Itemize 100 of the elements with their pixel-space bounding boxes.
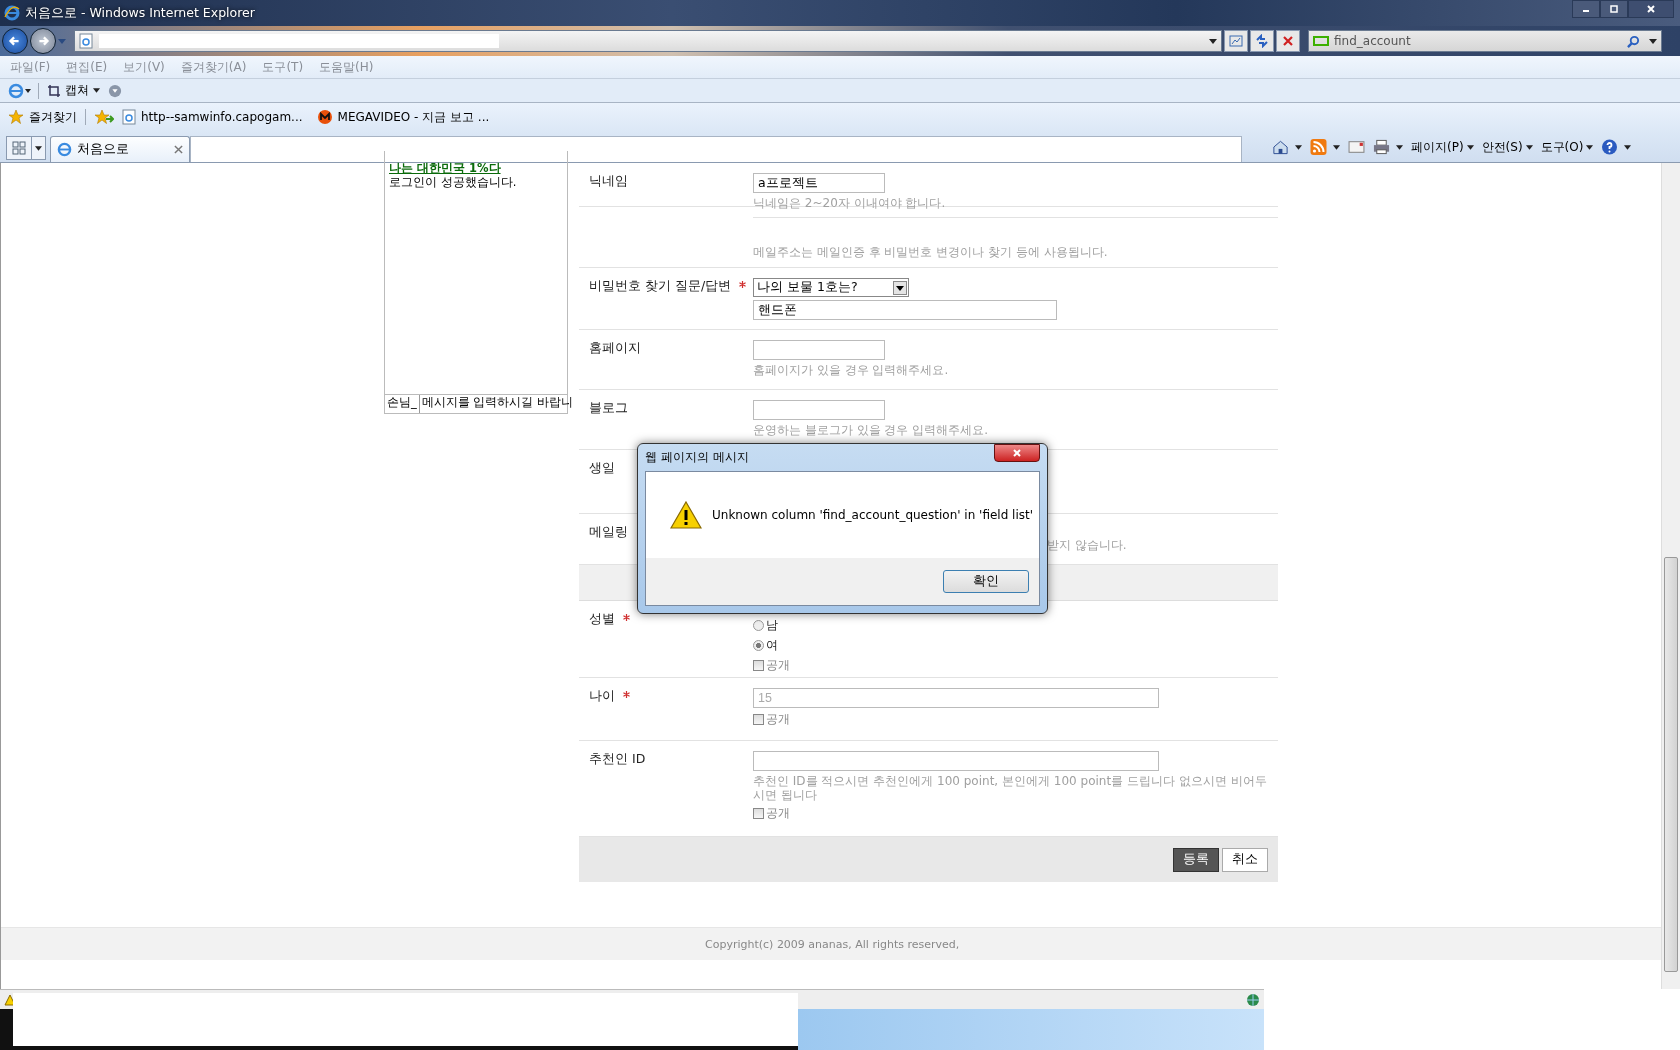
home-icon[interactable] xyxy=(1272,139,1289,155)
input-field[interactable] xyxy=(753,340,885,360)
field-label: 블로그 xyxy=(589,400,628,417)
input-field[interactable] xyxy=(753,751,1159,771)
favorite-link[interactable]: MEGAVIDEO - 지금 보고 ... xyxy=(316,108,490,126)
option-label: 여 xyxy=(766,637,778,654)
hint-text: 메일주소는 메일인증 후 비밀번호 변경이나 찾기 등에 사용됩니다. xyxy=(753,245,1108,259)
search-icon[interactable] xyxy=(1627,34,1640,48)
message-field[interactable]: 메시지를 입력하시길 바랍니 xyxy=(419,395,574,413)
back-button[interactable] xyxy=(2,28,28,54)
submit-button[interactable]: 등록 xyxy=(1173,847,1219,872)
compatibility-button[interactable] xyxy=(1224,30,1248,52)
mail-icon[interactable] xyxy=(1348,139,1365,155)
cancel-button[interactable]: 취소 xyxy=(1222,847,1268,872)
caret-icon[interactable] xyxy=(1396,144,1403,150)
checkbox[interactable] xyxy=(753,660,764,671)
favorite-link[interactable]: http--samwinfo.capogam... xyxy=(122,109,303,125)
scrollbar[interactable] xyxy=(1661,163,1680,989)
scroll-thumb[interactable] xyxy=(1664,557,1678,972)
refresh-icon xyxy=(1255,34,1269,48)
print-icon[interactable] xyxy=(1373,139,1390,155)
minimize-button[interactable] xyxy=(1572,0,1600,18)
toolbar-menu[interactable]: 페이지(P) xyxy=(1411,138,1474,156)
radio-button[interactable] xyxy=(753,640,764,651)
checkbox-label: 공개 xyxy=(766,711,790,728)
hint-text: 닉네임은 2~20자 이내여야 합니다. xyxy=(753,196,946,210)
search-field[interactable]: find_account xyxy=(1308,30,1662,52)
input-field[interactable] xyxy=(753,400,885,420)
maximize-icon xyxy=(1609,4,1619,14)
input-field[interactable]: 15 xyxy=(753,688,1159,708)
input-field[interactable]: a프로젝트 xyxy=(753,173,885,193)
caret-icon xyxy=(35,145,42,151)
checkbox[interactable] xyxy=(753,808,764,819)
field-label: 닉네임 xyxy=(589,173,628,190)
tab-list-button[interactable] xyxy=(32,136,46,160)
browser-logo-icon[interactable] xyxy=(8,82,32,99)
caret-icon[interactable] xyxy=(1624,144,1632,150)
page-icon xyxy=(122,109,136,125)
refresh-button[interactable] xyxy=(1250,30,1274,52)
field-label: 메일링 xyxy=(589,524,628,541)
help-icon[interactable] xyxy=(1601,139,1619,155)
checkbox-label: 공개 xyxy=(766,805,790,822)
checkbox[interactable] xyxy=(753,714,764,725)
close-icon xyxy=(1646,4,1656,14)
field-label: 비밀번호 찾기 질문/답변 xyxy=(589,278,732,295)
maximize-button[interactable] xyxy=(1600,0,1628,18)
field-label: 성별 xyxy=(589,611,615,628)
search-provider-icon xyxy=(1313,36,1329,46)
radio-button[interactable] xyxy=(753,620,764,631)
hint-text: 홈페이지가 있을 경우 입력해주세요. xyxy=(753,363,949,377)
feed-icon[interactable] xyxy=(1310,139,1327,155)
copyright-text: Copyright(c) 2009 ananas, All rights reserved, xyxy=(705,937,960,951)
stop-button[interactable] xyxy=(1276,30,1300,52)
caret-icon xyxy=(93,88,100,93)
warning-icon xyxy=(670,500,702,530)
globe-icon xyxy=(1246,992,1260,1007)
page-chart-icon xyxy=(1229,34,1243,48)
window-title: 처음으로 - Windows Internet Explorer xyxy=(25,4,255,22)
caret-icon[interactable] xyxy=(1209,38,1217,44)
checkbox-label: 공개 xyxy=(766,657,790,674)
dialog-message: Unknown column 'find_account_question' in 'field list' xyxy=(712,508,1034,522)
field-label: 추천인 ID xyxy=(589,751,646,768)
add-favorite-icon[interactable] xyxy=(94,109,114,125)
hint-text: 추천인 ID를 적으시면 추천인에게 100 point, 본인에게 100 point를 드립니다 없으시면 비어두시면 됩니다 xyxy=(753,774,1268,802)
forward-button[interactable] xyxy=(30,28,56,54)
hint-text: 받지 않습니다. xyxy=(1047,538,1127,552)
circle-icon[interactable] xyxy=(108,83,122,98)
browser-logo-icon xyxy=(57,142,72,157)
toolbar-menu[interactable]: 도구(O) xyxy=(1540,138,1594,156)
caret-icon[interactable] xyxy=(1295,144,1302,150)
question-select[interactable]: 나의 보물 1호는? xyxy=(753,278,909,297)
field-label: 홈페이지 xyxy=(589,340,641,357)
field-label: 나이 xyxy=(589,688,615,705)
address-field[interactable] xyxy=(74,30,1222,52)
close-icon[interactable] xyxy=(174,145,183,154)
capture-button[interactable]: 캡쳐 xyxy=(45,82,102,99)
field-label: 생일 xyxy=(589,460,615,477)
site-logo-icon xyxy=(316,109,333,125)
toolbar-menu[interactable]: 안전(S) xyxy=(1481,138,1533,156)
ok-button[interactable]: 확인 xyxy=(943,570,1029,593)
chat-message: 나는 대한민국 1%다 xyxy=(389,161,502,175)
caret-icon[interactable] xyxy=(1333,144,1340,150)
star-icon xyxy=(8,109,24,125)
close-icon xyxy=(1012,448,1022,458)
favorites-button[interactable]: 즐겨찾기 xyxy=(8,108,77,126)
chat-message: 로그인이 성공했습니다. xyxy=(389,175,518,189)
close-button[interactable] xyxy=(994,444,1040,462)
caret-icon xyxy=(1466,144,1474,150)
hint-text: 운영하는 블로그가 있을 경우 입력해주세요. xyxy=(753,423,989,437)
option-label: 남 xyxy=(766,617,778,634)
warning-icon xyxy=(4,993,16,1006)
dialog-title: 웹 페이지의 메시지 xyxy=(645,449,749,466)
browser-tab[interactable]: 처음으로 xyxy=(50,136,190,162)
caret-icon xyxy=(1586,144,1594,150)
name-field[interactable]: 손님_ xyxy=(385,395,420,413)
close-button[interactable] xyxy=(1628,0,1674,18)
browser-logo-icon xyxy=(4,5,20,21)
caret-icon[interactable] xyxy=(1649,38,1657,44)
page-icon xyxy=(79,33,93,49)
answer-field[interactable]: 핸드폰 xyxy=(753,300,1057,320)
